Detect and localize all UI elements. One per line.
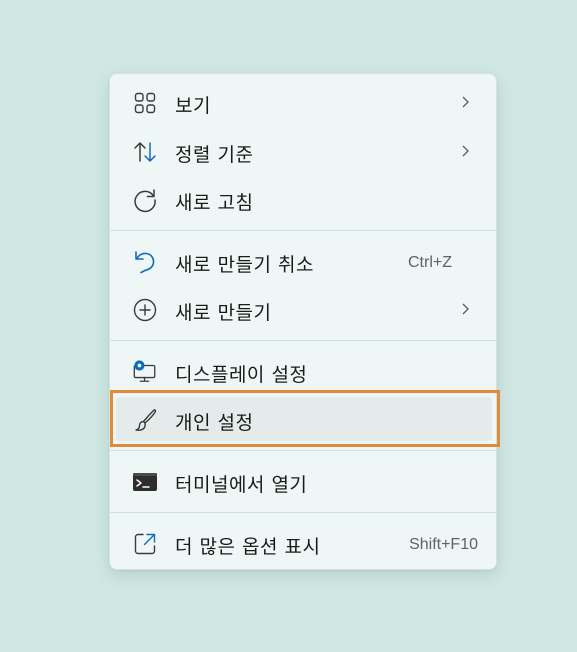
chevron-right-icon <box>462 145 469 157</box>
menu-item-view[interactable]: 보기 <box>116 80 492 124</box>
paintbrush-icon <box>132 407 158 433</box>
menu-separator <box>110 450 496 451</box>
menu-item-label: 더 많은 옵션 표시 <box>175 536 321 558</box>
chevron-right-icon <box>462 96 469 108</box>
grid-icon <box>132 90 158 116</box>
menu-item-label: 새로 고침 <box>175 192 254 214</box>
menu-item-refresh[interactable]: 새로 고침 <box>116 177 492 221</box>
menu-item-label: 보기 <box>175 95 211 117</box>
menu-item-sort-by[interactable]: 정렬 기준 <box>116 129 492 173</box>
display-settings-icon <box>132 359 158 385</box>
menu-item-label: 새로 만들기 취소 <box>175 254 314 276</box>
menu-item-label: 새로 만들기 <box>175 302 272 324</box>
menu-item-label: 정렬 기준 <box>175 144 254 166</box>
shortcut-label: Shift+F10 <box>409 536 478 553</box>
terminal-icon <box>132 469 158 495</box>
chevron-right-icon <box>462 303 469 315</box>
menu-item-label: 터미널에서 열기 <box>175 474 308 496</box>
sort-icon <box>132 139 158 165</box>
menu-item-undo-new[interactable]: 새로 만들기 취소 Ctrl+Z <box>116 239 492 283</box>
menu-separator <box>110 512 496 513</box>
menu-item-show-more-options[interactable]: 더 많은 옵션 표시 Shift+F10 <box>116 521 492 565</box>
undo-icon <box>132 249 158 275</box>
menu-separator <box>110 340 496 341</box>
menu-item-new[interactable]: 새로 만들기 <box>116 287 492 331</box>
menu-item-label: 개인 설정 <box>175 412 254 434</box>
menu-item-personalize[interactable]: 개인 설정 <box>116 397 492 441</box>
add-circle-icon <box>132 297 158 323</box>
menu-item-label: 디스플레이 설정 <box>175 364 308 386</box>
menu-separator <box>110 230 496 231</box>
menu-item-open-in-terminal[interactable]: 터미널에서 열기 <box>116 459 492 503</box>
refresh-icon <box>132 187 158 213</box>
context-menu: 보기 정렬 기준 새로 고침 새로 만들기 취소 Ctrl+Z 새로 만들기 디… <box>109 73 497 570</box>
open-external-icon <box>132 531 158 557</box>
shortcut-label: Ctrl+Z <box>408 254 452 271</box>
menu-item-display-settings[interactable]: 디스플레이 설정 <box>116 349 492 393</box>
